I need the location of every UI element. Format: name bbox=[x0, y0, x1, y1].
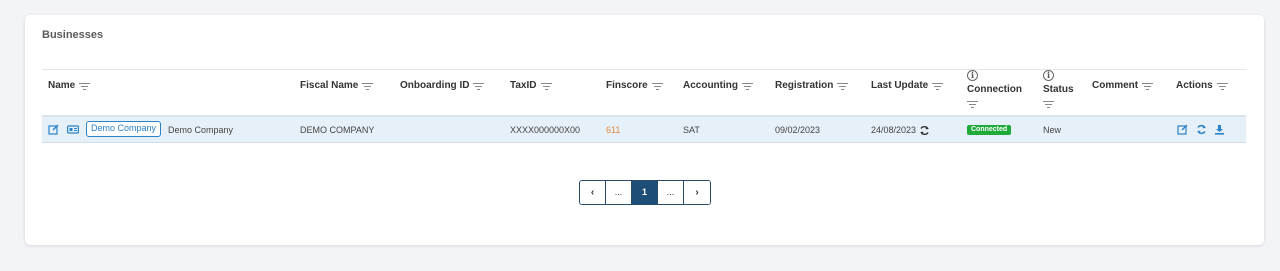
filter-icon[interactable] bbox=[362, 82, 374, 90]
column-label-status: Status bbox=[1043, 84, 1074, 95]
card-title: Businesses bbox=[42, 29, 104, 41]
filter-icon[interactable] bbox=[1216, 82, 1228, 90]
column-label-registration: Registration bbox=[775, 80, 834, 91]
next-page-button[interactable]: › bbox=[684, 181, 710, 204]
column-header-registration[interactable]: Registration bbox=[775, 80, 849, 91]
column-header-accounting[interactable]: Accounting bbox=[683, 80, 753, 91]
filter-icon[interactable] bbox=[79, 82, 91, 90]
taxid-cell: XXXX000000X00 bbox=[510, 125, 581, 135]
fiscal-name-cell: DEMO COMPANY bbox=[300, 125, 375, 135]
prev-page-button[interactable]: ‹ bbox=[580, 181, 606, 204]
column-header-fiscal-name[interactable]: Fiscal Name bbox=[300, 80, 374, 91]
filter-icon[interactable] bbox=[473, 82, 485, 90]
filter-icon[interactable] bbox=[742, 82, 753, 90]
info-icon[interactable]: i bbox=[1043, 70, 1054, 81]
accounting-cell: SAT bbox=[683, 125, 700, 135]
status-cell: New bbox=[1043, 125, 1062, 135]
column-label-accounting: Accounting bbox=[683, 80, 738, 91]
column-label-onboarding-id: Onboarding ID bbox=[400, 80, 470, 91]
finscore-cell: 611 bbox=[606, 125, 621, 135]
registration-cell: 09/02/2023 bbox=[775, 125, 821, 135]
column-header-onboarding-id[interactable]: Onboarding ID bbox=[400, 80, 485, 91]
edit-icon[interactable] bbox=[48, 124, 59, 135]
ellipsis-left[interactable]: ... bbox=[606, 181, 632, 204]
column-header-name[interactable]: Name bbox=[48, 80, 91, 91]
column-header-taxid[interactable]: TaxID bbox=[510, 80, 552, 91]
column-header-last-update[interactable]: Last Update bbox=[871, 80, 944, 91]
connection-status-badge: Connected bbox=[967, 125, 1012, 135]
column-label-name: Name bbox=[48, 80, 76, 91]
column-label-actions: Actions bbox=[1176, 80, 1213, 91]
pagination: ‹ ... 1 ... › bbox=[579, 180, 711, 205]
download-icon[interactable] bbox=[1214, 124, 1225, 135]
column-header-connection[interactable]: i Connection bbox=[967, 70, 1022, 108]
filter-icon[interactable] bbox=[651, 82, 663, 90]
page-1-button[interactable]: 1 bbox=[632, 181, 658, 204]
refresh-icon[interactable] bbox=[919, 123, 930, 136]
last-update-cell: 24/08/2023 bbox=[871, 125, 917, 135]
column-header-finscore[interactable]: Finscore bbox=[606, 80, 663, 91]
column-header-actions[interactable]: Actions bbox=[1176, 80, 1228, 91]
ellipsis-right[interactable]: ... bbox=[658, 181, 684, 204]
filter-icon[interactable] bbox=[932, 82, 944, 90]
id-card-icon[interactable] bbox=[67, 124, 79, 135]
filter-icon[interactable] bbox=[540, 82, 552, 90]
company-name-button[interactable]: Demo Company bbox=[86, 121, 162, 137]
column-label-finscore: Finscore bbox=[606, 80, 648, 91]
info-icon[interactable]: i bbox=[967, 70, 978, 81]
column-label-comment: Comment bbox=[1092, 80, 1139, 91]
refresh-icon[interactable] bbox=[1196, 124, 1207, 135]
filter-icon[interactable] bbox=[837, 82, 849, 90]
filter-icon[interactable] bbox=[1043, 100, 1054, 108]
company-name: Demo Company bbox=[168, 125, 234, 135]
column-label-last-update: Last Update bbox=[871, 80, 929, 91]
column-label-taxid: TaxID bbox=[510, 80, 537, 91]
column-header-status[interactable]: i Status bbox=[1043, 70, 1074, 108]
filter-icon[interactable] bbox=[967, 100, 978, 108]
column-label-fiscal-name: Fiscal Name bbox=[300, 80, 359, 91]
filter-icon[interactable] bbox=[1142, 82, 1154, 90]
edit-icon[interactable] bbox=[1177, 124, 1188, 135]
column-header-comment[interactable]: Comment bbox=[1092, 80, 1154, 91]
column-label-connection: Connection bbox=[967, 84, 1022, 95]
